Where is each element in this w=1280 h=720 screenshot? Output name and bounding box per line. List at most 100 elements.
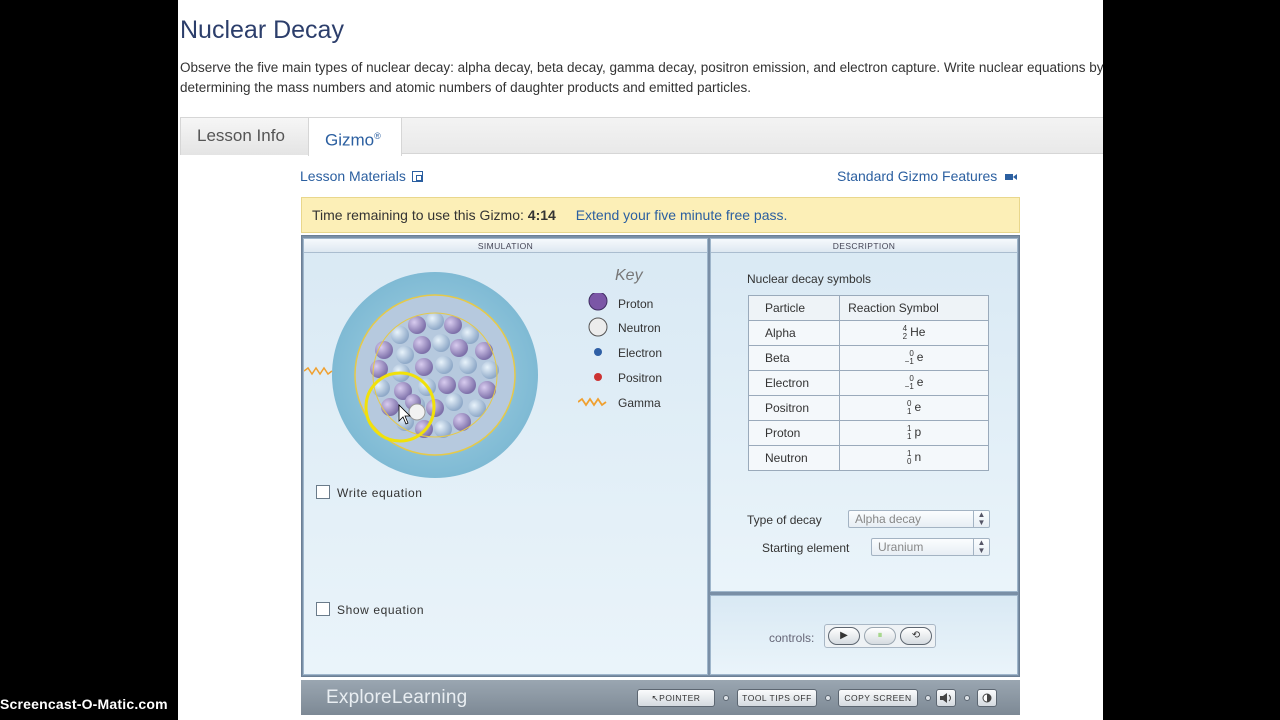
table-row: Alpha 4 2 He bbox=[747, 320, 989, 346]
symbol-fraction: 0 −1 bbox=[905, 350, 914, 366]
registered-mark: ® bbox=[374, 131, 381, 141]
neutron-icon bbox=[588, 317, 608, 337]
description-header: DESCRIPTION bbox=[711, 239, 1017, 253]
symbols-title: Nuclear decay symbols bbox=[747, 272, 872, 286]
explorelearning-logo: ExploreLearning bbox=[326, 687, 468, 708]
playback-controls: ▶ ⏸ ⟲ bbox=[824, 624, 936, 648]
play-button[interactable]: ▶ bbox=[828, 627, 860, 645]
particle-name: Alpha bbox=[747, 320, 841, 346]
type-of-decay-select[interactable]: Alpha decay ▲ ▼ bbox=[848, 510, 990, 528]
reaction-symbol: 0 −1 e bbox=[839, 345, 989, 371]
write-equation-box[interactable] bbox=[316, 485, 330, 499]
atomic-number: −1 bbox=[904, 357, 914, 366]
write-equation-checkbox[interactable]: Write equation bbox=[316, 485, 423, 500]
pause-button[interactable]: ⏸ bbox=[864, 627, 896, 645]
show-equation-checkbox[interactable]: Show equation bbox=[316, 602, 424, 617]
positron-icon bbox=[594, 373, 602, 381]
table-row: Positron 0 1 e bbox=[747, 395, 989, 421]
element-symbol: e bbox=[916, 375, 924, 390]
dropdown-arrows-icon: ▲ ▼ bbox=[973, 511, 989, 527]
atomic-number: 2 bbox=[902, 332, 908, 341]
starting-element-select[interactable]: Uranium ▲ ▼ bbox=[871, 538, 990, 556]
tab-gizmo[interactable]: Gizmo® bbox=[308, 118, 402, 156]
time-remaining: 4:14 bbox=[527, 207, 556, 223]
symbol-fraction: 10 bbox=[907, 450, 911, 466]
key-proton: Proton bbox=[618, 297, 654, 311]
particle-name: Positron bbox=[747, 395, 841, 421]
show-equation-box[interactable] bbox=[316, 602, 330, 616]
starting-element-value: Uranium bbox=[878, 540, 924, 554]
tab-lesson-info[interactable]: Lesson Info bbox=[180, 118, 308, 155]
table-header-row: Particle Reaction Symbol bbox=[747, 295, 989, 321]
table-row: Electron 0 −1 e bbox=[747, 370, 989, 396]
decay-symbol-table: Particle Reaction Symbol Alpha 4 2 He Beta 0… bbox=[747, 295, 989, 471]
description-panel: DESCRIPTION Nuclear decay symbols Partic… bbox=[710, 238, 1018, 592]
element-symbol: e bbox=[916, 350, 924, 365]
controls-panel: controls: ▶ ⏸ ⟲ bbox=[710, 595, 1018, 675]
screencast-watermark: Screencast-O-Matic.com bbox=[0, 696, 168, 712]
reset-button[interactable]: ⟲ bbox=[900, 627, 932, 645]
write-equation-label: Write equation bbox=[337, 486, 423, 500]
simulation-header: SIMULATION bbox=[304, 239, 707, 253]
element-symbol: He bbox=[910, 325, 926, 340]
lesson-page: Nuclear Decay Observe the five main type… bbox=[178, 0, 1103, 720]
standard-features-label: Standard Gizmo Features bbox=[837, 168, 998, 184]
page-description: Observe the five main types of nuclear d… bbox=[180, 60, 1103, 95]
starting-element-label: Starting element bbox=[762, 541, 850, 555]
reaction-symbol: 11p bbox=[839, 420, 989, 446]
symbol-fraction: 01 bbox=[907, 400, 911, 416]
tooltips-button[interactable]: TOOL TIPS OFF bbox=[737, 689, 817, 707]
separator-dot bbox=[723, 695, 729, 701]
table-row: Beta 0 −1 e bbox=[747, 345, 989, 371]
symbol-fraction: 42 bbox=[903, 325, 907, 341]
speaker-icon bbox=[940, 693, 951, 703]
type-of-decay-label: Type of decay bbox=[747, 513, 822, 527]
time-remaining-banner: Time remaining to use this Gizmo: 4:14 E… bbox=[301, 197, 1020, 233]
simulation-panel: SIMULATION Key Proton Neutron Electron P… bbox=[303, 238, 708, 675]
standard-features-link[interactable]: Standard Gizmo Features bbox=[837, 168, 1018, 184]
header-reaction-symbol: Reaction Symbol bbox=[839, 295, 989, 321]
header-particle: Particle bbox=[747, 295, 841, 321]
key-electron: Electron bbox=[618, 346, 663, 360]
contrast-button[interactable] bbox=[977, 689, 997, 707]
reaction-symbol: 0 −1 e bbox=[839, 370, 989, 396]
separator-dot bbox=[925, 695, 931, 701]
copy-screen-button[interactable]: COPY SCREEN bbox=[838, 689, 918, 707]
contrast-icon bbox=[982, 693, 992, 703]
tab-gizmo-label: Gizmo bbox=[325, 130, 375, 150]
controls-label: controls: bbox=[769, 631, 815, 645]
lesson-materials-label: Lesson Materials bbox=[300, 168, 406, 184]
separator-dot bbox=[825, 695, 831, 701]
reaction-symbol: 01e bbox=[839, 395, 989, 421]
type-of-decay-value: Alpha decay bbox=[855, 512, 922, 526]
proton-icon bbox=[588, 293, 608, 311]
show-equation-label: Show equation bbox=[337, 603, 425, 617]
atomic-number: 1 bbox=[906, 407, 912, 416]
symbol-fraction: 0 −1 bbox=[905, 375, 914, 391]
symbol-fraction: 11 bbox=[907, 425, 911, 441]
element-symbol: e bbox=[914, 400, 922, 415]
extend-pass-link[interactable]: Extend your five minute free pass. bbox=[576, 207, 788, 223]
separator-dot bbox=[964, 695, 970, 701]
page-title: Nuclear Decay bbox=[180, 16, 344, 44]
gizmo-toolbar: ExploreLearning ↖POINTER TOOL TIPS OFF C… bbox=[301, 680, 1020, 715]
particle-name: Neutron bbox=[747, 445, 841, 471]
key-neutron: Neutron bbox=[618, 321, 661, 335]
atomic-number: 1 bbox=[906, 432, 912, 441]
reaction-symbol: 4 2 He bbox=[839, 320, 989, 346]
audio-button[interactable] bbox=[936, 689, 956, 707]
dropdown-arrows-icon: ▲ ▼ bbox=[973, 539, 989, 555]
banner-prefix: Time remaining to use this Gizmo: bbox=[312, 207, 524, 223]
tab-bar: Lesson Info Gizmo® bbox=[180, 117, 1103, 156]
lesson-materials-link[interactable]: Lesson Materials bbox=[300, 168, 423, 184]
particle-name: Proton bbox=[747, 420, 841, 446]
table-row: Neutron 1 0 n bbox=[747, 445, 989, 471]
particle-name: Electron bbox=[747, 370, 841, 396]
gamma-icon bbox=[578, 397, 607, 407]
key-title: Key bbox=[615, 267, 643, 284]
table-row: Proton 1 1 p bbox=[747, 420, 989, 446]
element-symbol: p bbox=[914, 425, 922, 440]
electron-icon bbox=[594, 348, 602, 356]
pointer-button[interactable]: ↖POINTER bbox=[637, 689, 715, 707]
incoming-gamma-icon bbox=[304, 366, 333, 376]
